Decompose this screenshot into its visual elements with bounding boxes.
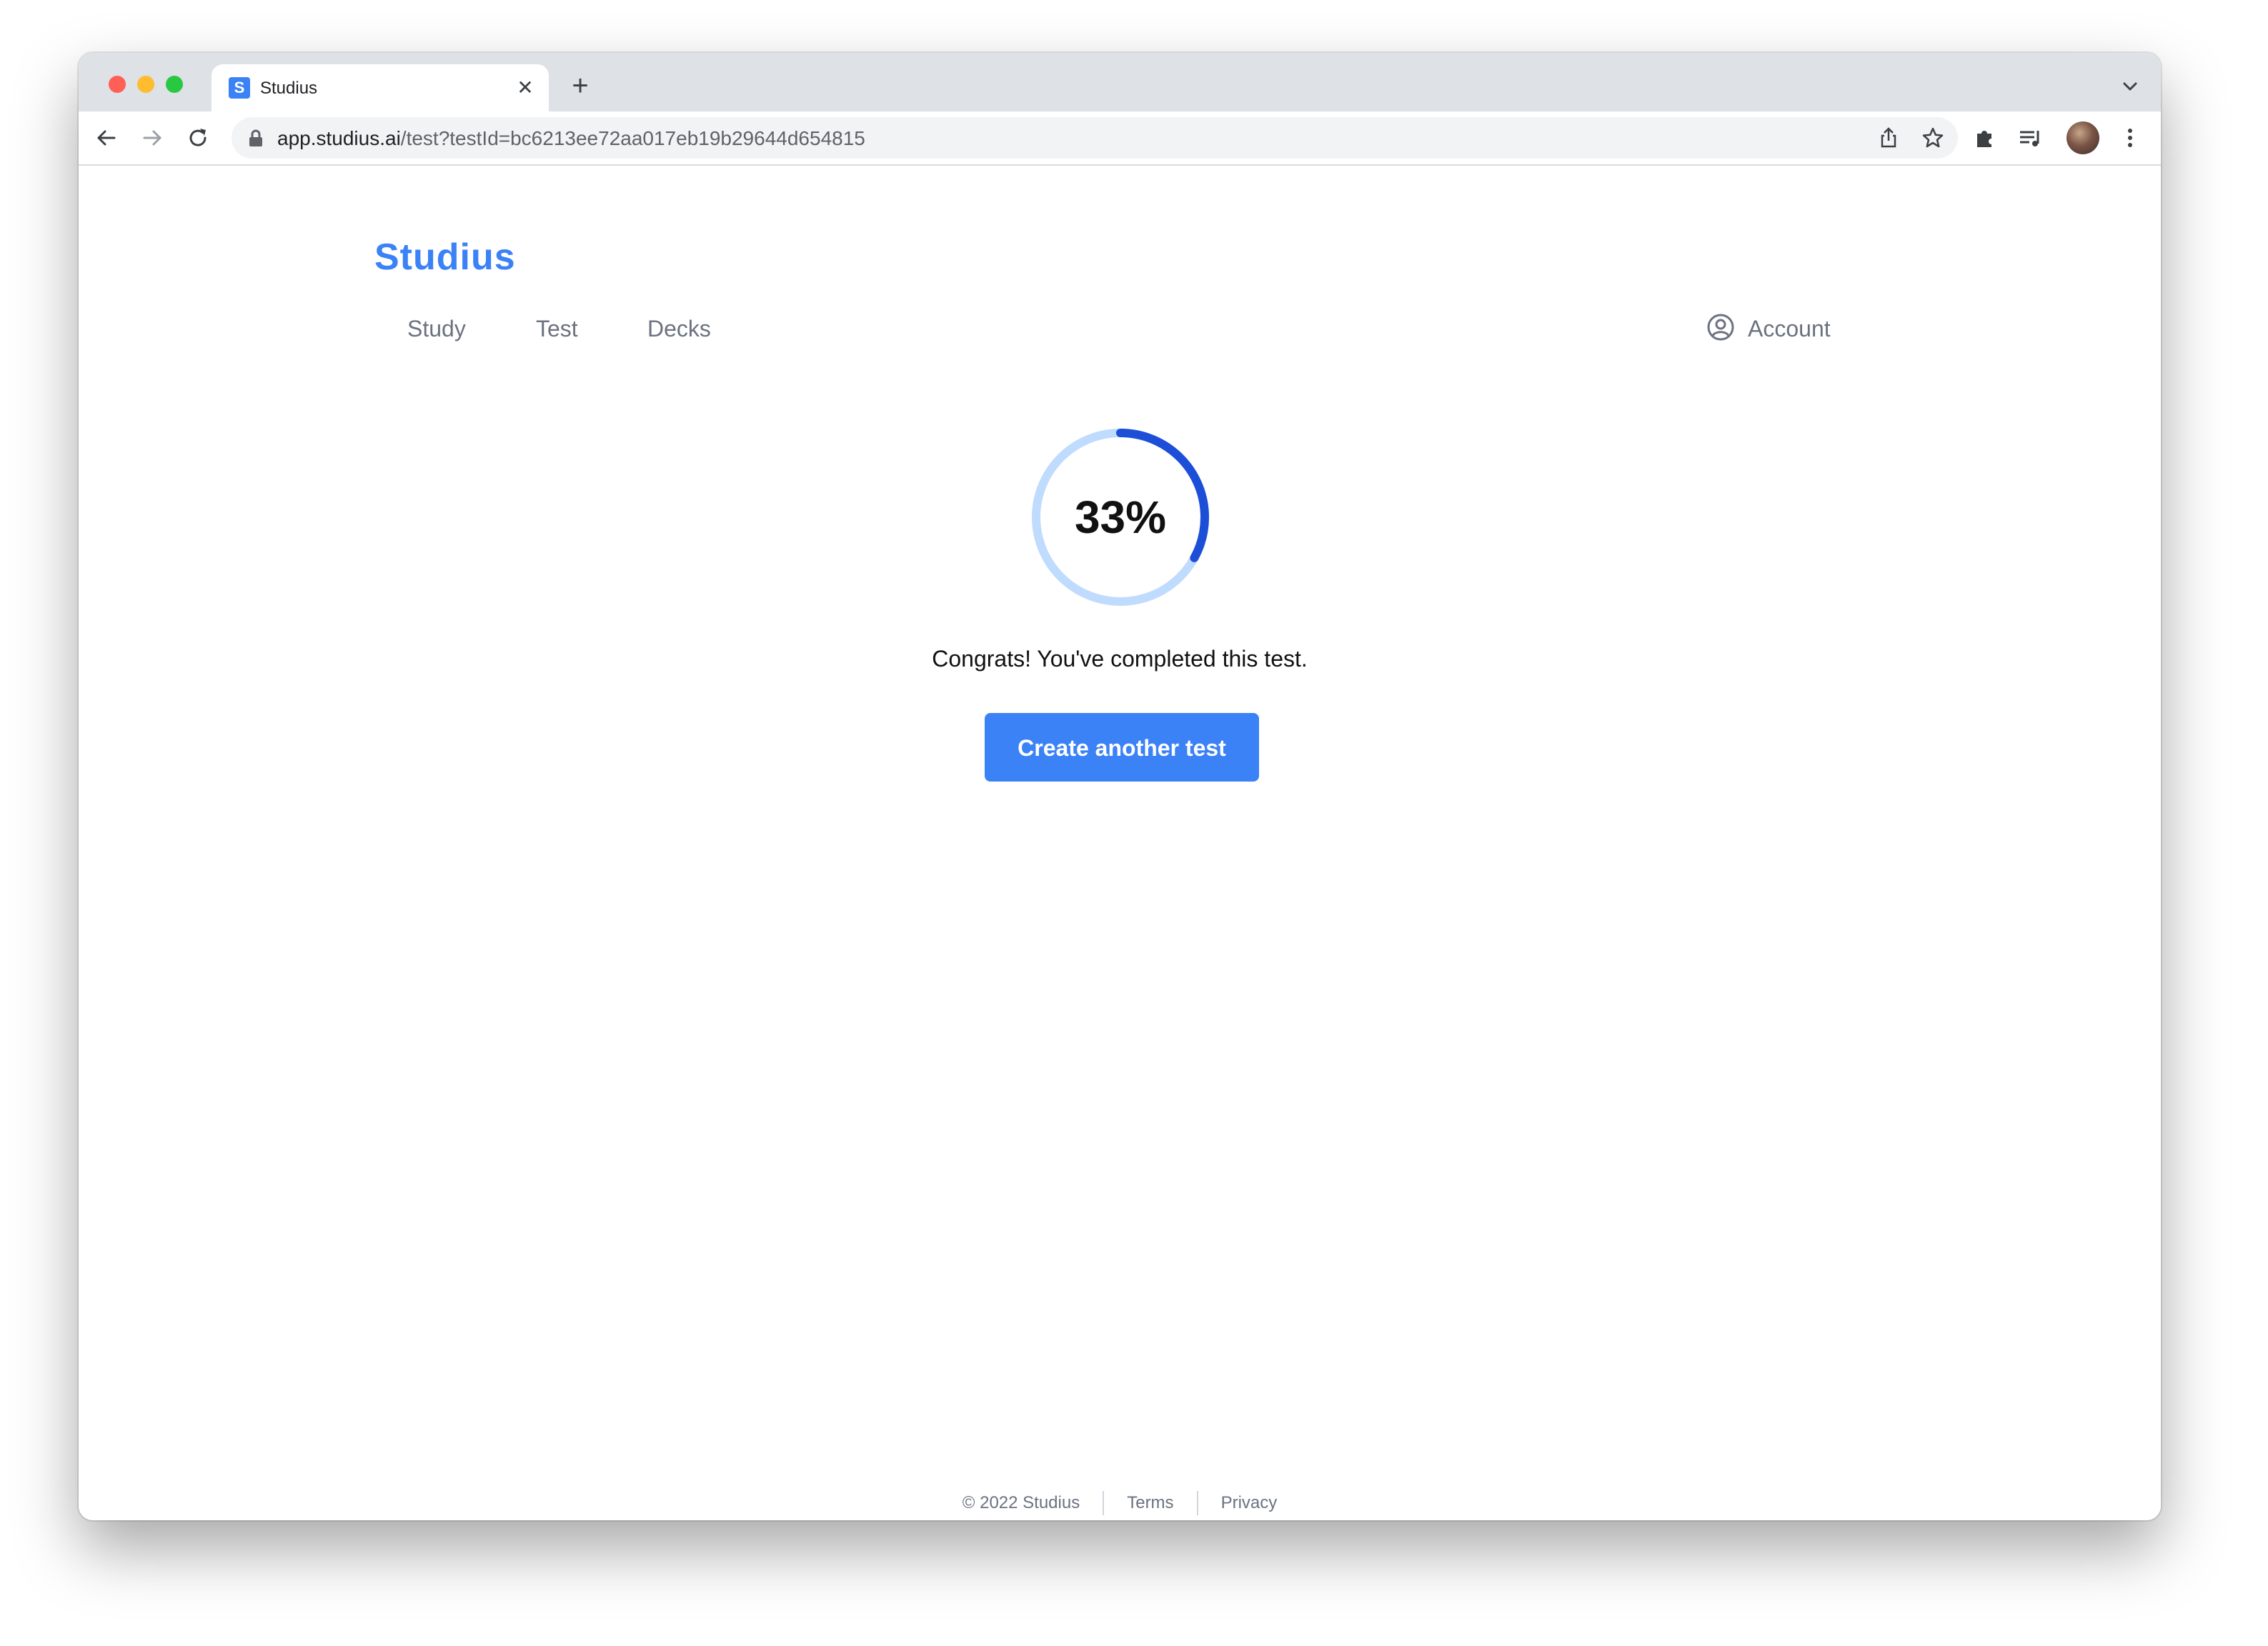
lock-icon <box>249 129 262 146</box>
user-circle-icon <box>1707 314 1734 341</box>
forward-arrow-icon[interactable] <box>139 124 166 151</box>
completion-message: Congrats! You've completed this test. <box>932 646 1308 672</box>
url-host: app.studius.ai <box>277 127 401 149</box>
create-another-test-button[interactable]: Create another test <box>985 713 1259 782</box>
account-label: Account <box>1748 316 1831 341</box>
browser-window: S Studius ✕ + app.studius.ai/test?testId… <box>79 53 2161 1520</box>
url-text: app.studius.ai/test?testId=bc6213ee72aa0… <box>277 127 865 150</box>
nav-link-study[interactable]: Study <box>407 316 466 342</box>
browser-menu-icon[interactable] <box>2117 124 2144 151</box>
back-arrow-icon[interactable] <box>93 124 120 151</box>
minimize-window-button[interactable] <box>137 76 154 93</box>
url-path: /test?testId=bc6213ee72aa017eb19b29644d6… <box>400 127 865 149</box>
tab-search-chevron-icon[interactable] <box>2119 76 2141 97</box>
maximize-window-button[interactable] <box>166 76 183 93</box>
media-controls-icon[interactable] <box>2016 124 2044 151</box>
new-tab-icon[interactable]: + <box>566 71 595 100</box>
tab-close-icon[interactable]: ✕ <box>514 77 536 99</box>
reload-icon[interactable] <box>184 124 212 151</box>
footer-copyright: © 2022 Studius <box>962 1493 1080 1512</box>
nav-link-decks[interactable]: Decks <box>647 316 711 342</box>
footer-terms-link[interactable]: Terms <box>1104 1493 1196 1513</box>
extensions-puzzle-icon[interactable] <box>1971 124 1998 151</box>
page-content: Studius Study Test Decks Account 33% Con… <box>79 166 2161 1520</box>
browser-toolbar: app.studius.ai/test?testId=bc6213ee72aa0… <box>79 111 2161 166</box>
score-progress-ring: 33% <box>1028 424 1213 610</box>
nav-link-test[interactable]: Test <box>536 316 578 342</box>
browser-tab[interactable]: S Studius ✕ <box>212 64 549 111</box>
score-percent: 33% <box>1074 492 1167 543</box>
studius-logo[interactable]: Studius <box>374 236 516 279</box>
address-bar[interactable]: app.studius.ai/test?testId=bc6213ee72aa0… <box>232 117 1958 159</box>
profile-avatar[interactable] <box>2066 121 2099 154</box>
tab-title: Studius <box>260 79 318 98</box>
tab-strip: S Studius ✕ + <box>79 53 2161 111</box>
footer-privacy-link[interactable]: Privacy <box>1198 1493 1300 1513</box>
close-window-button[interactable] <box>109 76 126 93</box>
favicon-icon: S <box>229 77 250 99</box>
share-icon[interactable] <box>1876 126 1901 150</box>
footer: © 2022 Studius Terms Privacy <box>79 1491 2161 1515</box>
bookmark-star-icon[interactable] <box>1921 126 1945 150</box>
